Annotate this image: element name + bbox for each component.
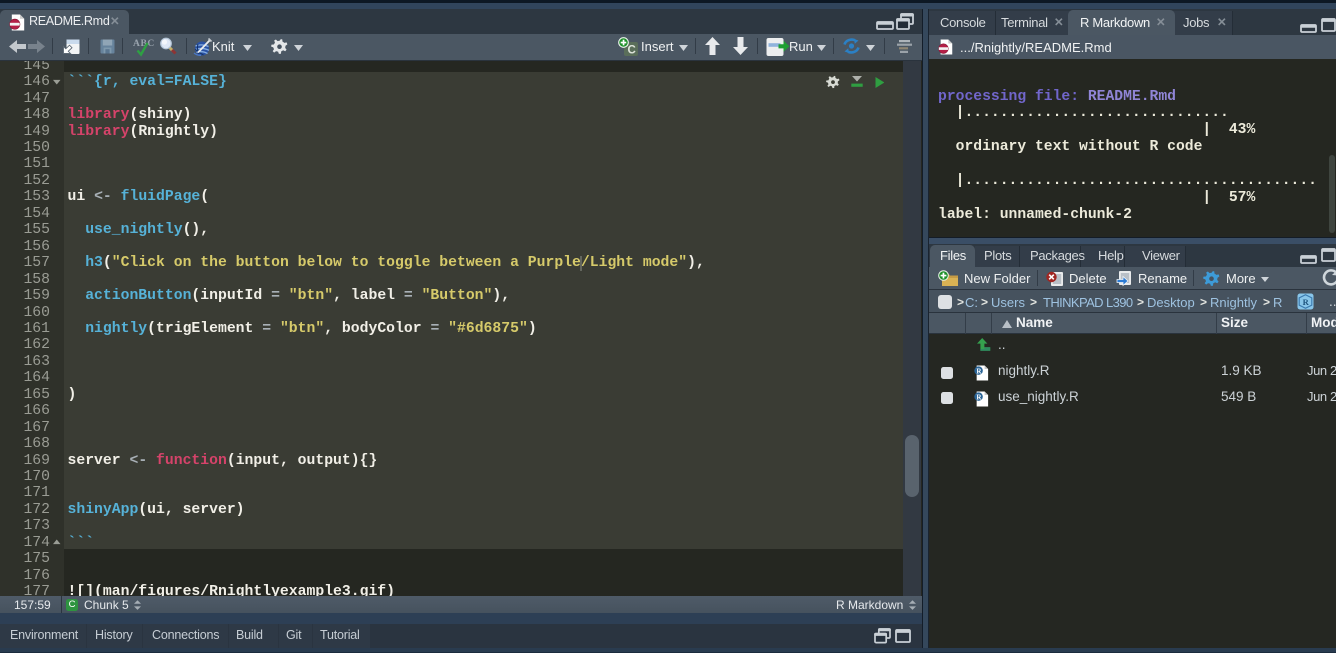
svg-text:R: R [1303,297,1310,307]
svg-text:R: R [976,393,982,401]
svg-text:C: C [628,45,636,57]
svg-text:R: R [976,367,982,375]
